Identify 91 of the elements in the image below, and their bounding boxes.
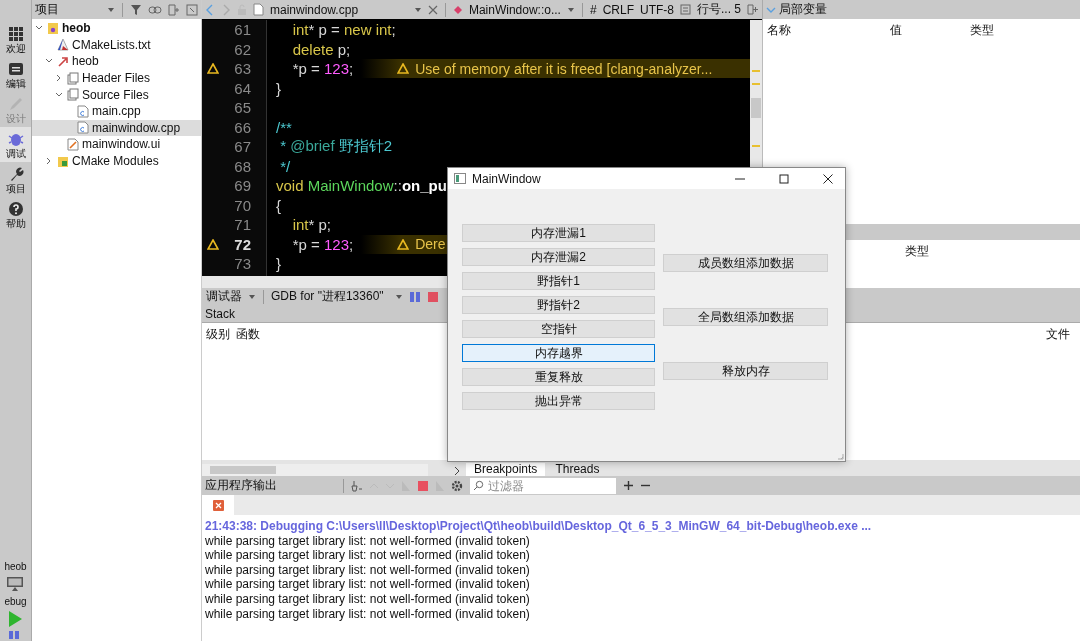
- output-line: while parsing target library list: not well-formed (invalid token): [205, 591, 531, 607]
- debugger-tab[interactable]: Threads: [547, 463, 608, 476]
- output-line: while parsing target library list: not well-formed (invalid token): [205, 577, 531, 592]
- tree-item[interactable]: main.cpp: [32, 102, 201, 120]
- tree-item[interactable]: mainwindow.ui: [32, 136, 201, 153]
- code-line: *p = 123;: [291, 235, 354, 253]
- code-line: delete p;: [291, 40, 351, 58]
- output-line: while parsing target library list: not well-formed (invalid token): [205, 548, 531, 563]
- tree-item-label: heob: [62, 21, 91, 36]
- tree-item-label: mainwindow.ui: [82, 137, 161, 152]
- column-header[interactable]: 文件: [1046, 326, 1070, 343]
- tree-item-label: CMakeLists.txt: [72, 37, 151, 52]
- mode-button[interactable]: 项目: [0, 162, 31, 197]
- line-number: 66: [234, 118, 251, 136]
- mode-button[interactable]: 帮助: [0, 197, 31, 232]
- output-line: while parsing target library list: not well-formed (invalid token): [205, 533, 531, 549]
- output-line: while parsing target library list: not well-formed (invalid token): [205, 606, 531, 622]
- action-button[interactable]: 野指针1: [462, 272, 655, 290]
- line-number: 71: [234, 216, 251, 234]
- line-number: 65: [234, 99, 251, 117]
- line-number: 69: [234, 177, 251, 195]
- line-number: 63: [234, 60, 251, 78]
- column-header[interactable]: 类型: [905, 243, 929, 260]
- mode-button[interactable]: 调试: [0, 127, 31, 162]
- line-number: 61: [234, 21, 251, 39]
- tree-item[interactable]: CMakeLists.txt: [32, 36, 201, 54]
- stack-title: Stack: [205, 306, 235, 321]
- column-header[interactable]: 函数: [236, 326, 260, 343]
- file-selector[interactable]: mainwindow.cpp: [270, 2, 359, 17]
- code-line: int* p = new int;: [291, 21, 396, 39]
- tree-item-label: heob: [72, 54, 99, 69]
- code-line: */: [279, 157, 291, 175]
- window-title: MainWindow: [472, 171, 541, 186]
- hash-button[interactable]: #: [589, 2, 597, 17]
- code-line: }: [276, 79, 281, 97]
- tree-item[interactable]: Source Files: [32, 86, 201, 103]
- engine-selector[interactable]: GDB for "进程13360": [271, 288, 384, 305]
- build-label: ebug: [4, 596, 27, 607]
- tree-item[interactable]: Header Files: [32, 69, 201, 87]
- project-label: heob: [4, 561, 27, 572]
- line-number: 72: [234, 235, 251, 253]
- mode-button[interactable]: 编辑: [0, 57, 31, 92]
- action-button[interactable]: 重复释放: [462, 368, 655, 386]
- code-line: void MainWindow::on_pu: [276, 177, 447, 195]
- action-button[interactable]: 空指针: [462, 320, 655, 338]
- tree-item[interactable]: heob: [32, 20, 201, 37]
- tree-item-label: Source Files: [82, 87, 149, 102]
- action-button[interactable]: 内存越界: [462, 344, 655, 362]
- line-number: 62: [234, 40, 251, 58]
- output-line: 21:43:38: Debugging C:\Users\ll\Desktop\Project\Qt\heob\build\Desktop_Qt_6_5_3_MinGW_64_bit-Debug\heob.exe ...: [205, 519, 873, 534]
- code-line: {: [276, 196, 281, 214]
- tree-item[interactable]: mainwindow.cpp: [32, 119, 201, 137]
- action-button[interactable]: 内存泄漏2: [462, 248, 655, 266]
- line-ending-button[interactable]: CRLF: [602, 2, 634, 17]
- symbol-selector[interactable]: MainWindow::o...: [468, 2, 561, 17]
- tree-item-label: main.cpp: [92, 104, 141, 119]
- action-button[interactable]: 内存泄漏1: [462, 224, 655, 242]
- action-button[interactable]: 抛出异常: [462, 392, 655, 410]
- tree-item[interactable]: heob: [32, 53, 201, 70]
- column-header[interactable]: 级别: [206, 326, 230, 343]
- tree-item-label: Header Files: [82, 71, 151, 86]
- line-number: 73: [234, 255, 251, 273]
- line-number: 67: [234, 138, 251, 156]
- line-number: 68: [234, 157, 251, 175]
- debugger-tab[interactable]: Breakpoints: [466, 463, 546, 476]
- action-button[interactable]: 全局数组添加数据: [663, 308, 828, 326]
- tree-item-label: CMake Modules: [72, 154, 159, 169]
- encoding-button[interactable]: UTF-8: [640, 2, 674, 17]
- tree-item[interactable]: CMake Modules: [32, 152, 201, 170]
- line-number: 70: [234, 196, 251, 214]
- action-button[interactable]: 释放内存: [663, 362, 828, 380]
- column-header[interactable]: 名称: [767, 22, 890, 39]
- warning-annotation: Use of memory after it is freed [clang-analyzer...: [361, 59, 750, 79]
- line-number: 64: [234, 79, 251, 97]
- code-line: * @brief 野指针2: [279, 137, 393, 157]
- locals-title: 局部变量: [779, 1, 827, 18]
- filter-field[interactable]: 过滤器: [470, 477, 616, 494]
- column-header[interactable]: 值: [890, 22, 970, 39]
- tree-item-label: mainwindow.cpp: [92, 120, 181, 135]
- action-button[interactable]: 成员数组添加数据: [663, 254, 828, 272]
- code-line: }: [276, 255, 281, 273]
- code-line: /**: [276, 118, 292, 136]
- line-position-button[interactable]: 行号... 5: [697, 1, 741, 18]
- action-button[interactable]: 野指针2: [462, 296, 655, 314]
- output-title: 应用程序输出: [205, 477, 278, 494]
- mode-button[interactable]: 欢迎: [0, 22, 31, 57]
- debugger-selector[interactable]: 调试器: [206, 288, 242, 305]
- code-line: *p = 123;: [291, 60, 354, 78]
- column-header[interactable]: 类型: [970, 22, 994, 39]
- output-line: while parsing target library list: not well-formed (invalid token): [205, 562, 531, 578]
- code-line: int* p;: [291, 216, 332, 234]
